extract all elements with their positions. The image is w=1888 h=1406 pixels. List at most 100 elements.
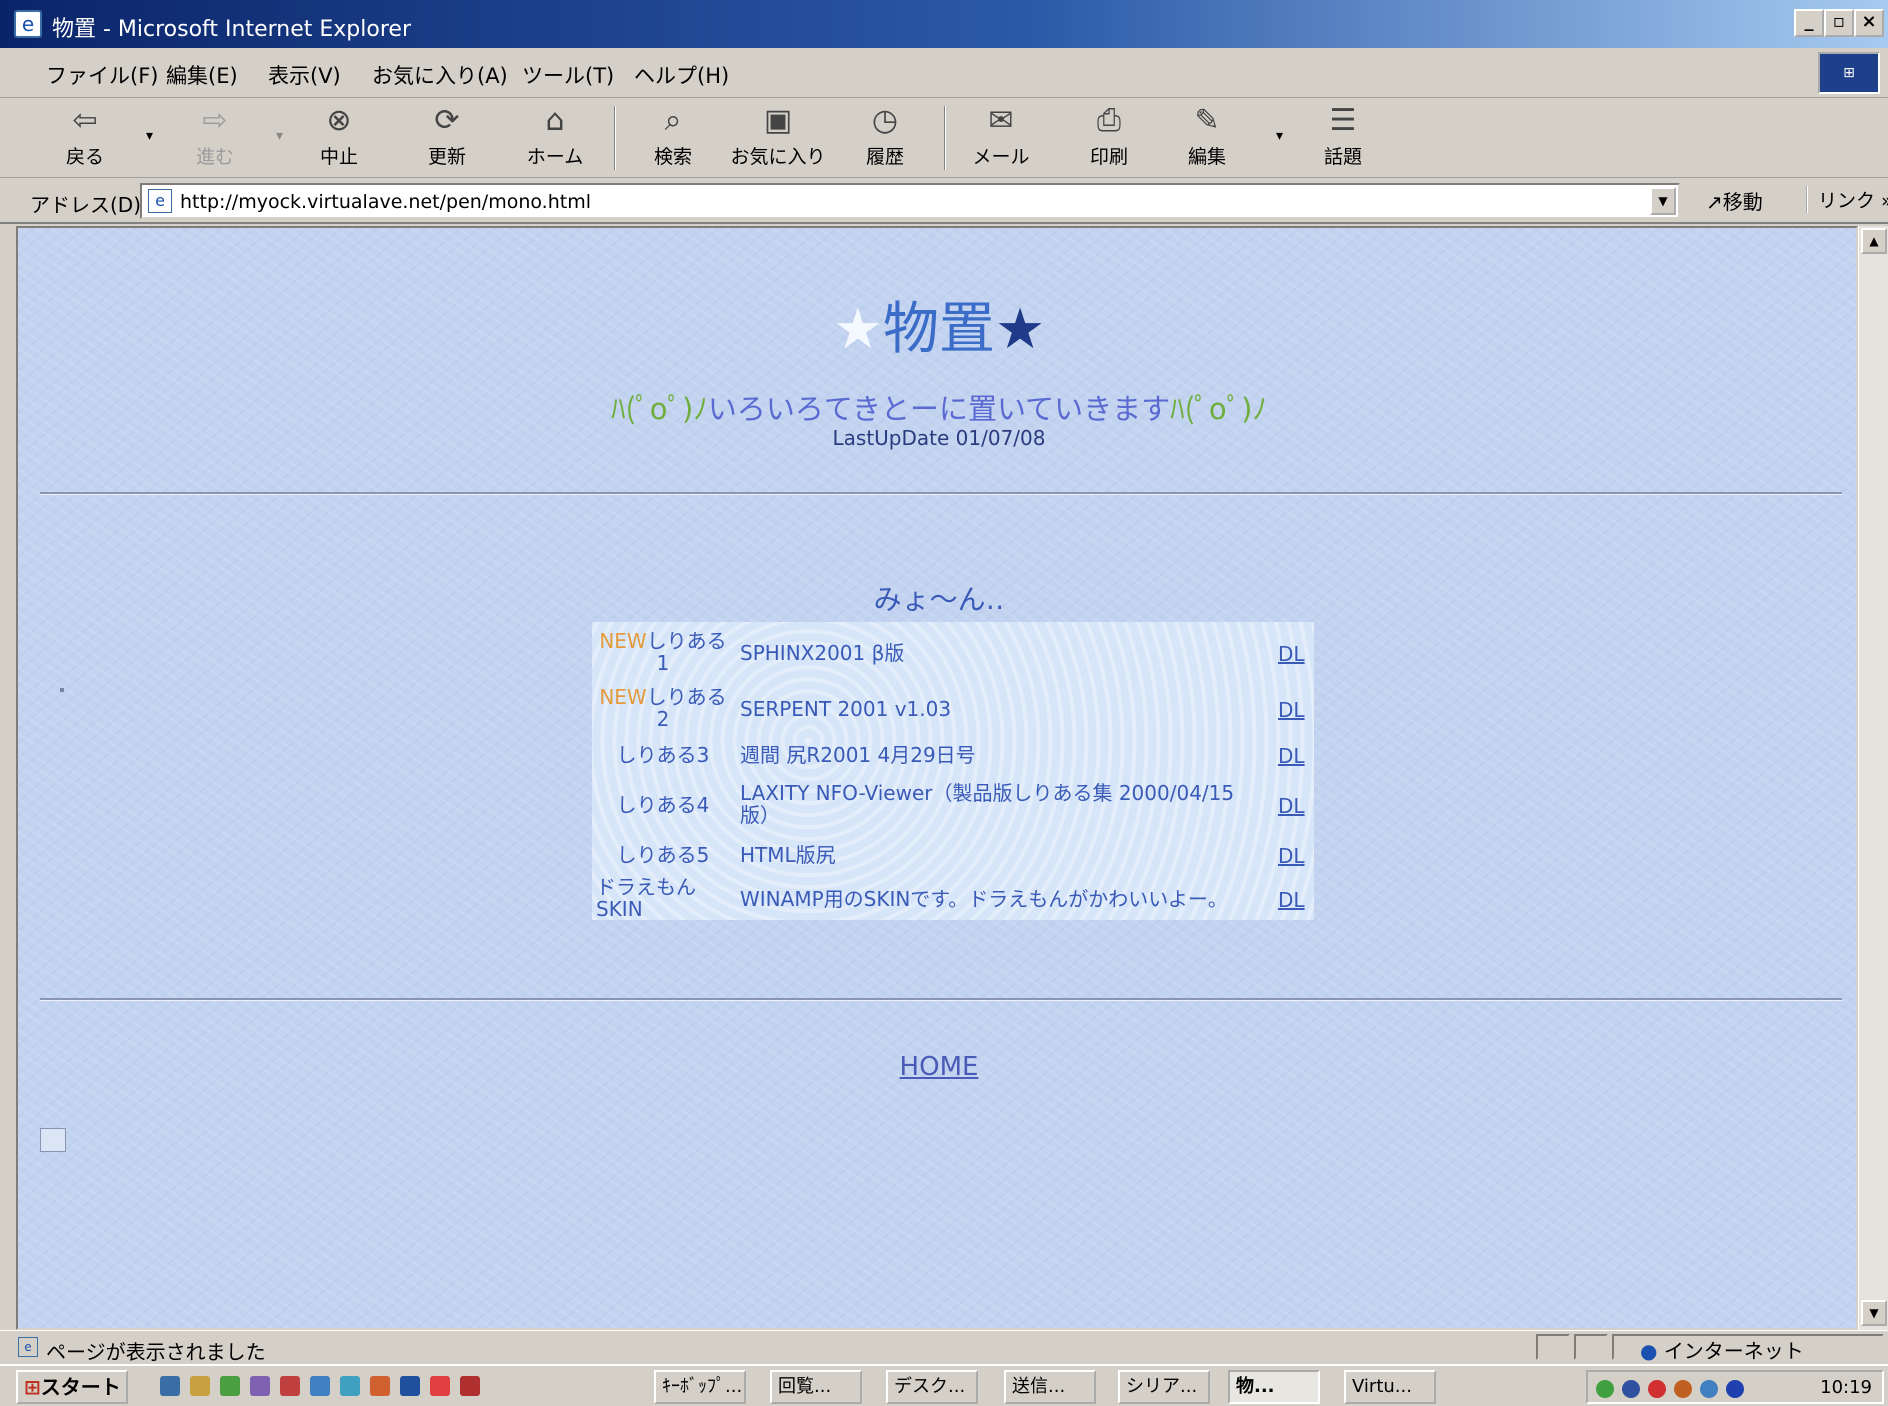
go-arrow-icon: ↗ [1706, 190, 1723, 214]
tray-pen-icon[interactable] [1622, 1380, 1640, 1398]
edit-icon: ✎ [1194, 103, 1220, 138]
broken-image-icon [40, 1128, 66, 1152]
close-button[interactable]: × [1854, 9, 1884, 37]
tray-app-icon[interactable] [1726, 1380, 1744, 1398]
page-content: ★物置★ ﾊ(ﾟoﾟ)ﾉいろいろてきとーに置いていきますﾊ(ﾟoﾟ)ﾉ Last… [16, 226, 1858, 1330]
back-dropdown[interactable]: ▾ [146, 128, 153, 144]
clock: 10:19 [1820, 1377, 1872, 1398]
download-link[interactable]: DL [1278, 844, 1305, 868]
toolbar-separator [944, 106, 946, 170]
scroll-up-icon[interactable]: ▲ [1861, 228, 1887, 254]
taskbar-task[interactable]: デスク... [886, 1370, 978, 1404]
back-button[interactable]: ⇦ 戻る [42, 104, 128, 174]
menu-file[interactable]: ファイル(F) [46, 60, 158, 90]
tagline-text: いろいろてきとーに置いていきます [707, 392, 1171, 426]
quicklaunch-app-icon[interactable] [310, 1376, 330, 1396]
tray-network-icon[interactable] [1596, 1380, 1614, 1398]
status-bar: e ページが表示されました ● インターネット [0, 1330, 1888, 1364]
divider-bottom [40, 998, 1842, 1001]
address-url[interactable]: http://myock.virtualave.net/pen/mono.htm… [180, 191, 591, 213]
discuss-button[interactable]: ☰ 話題 [1300, 104, 1386, 174]
menu-edit[interactable]: 編集(E) [166, 60, 238, 90]
table-row: NEWしりある2 SERPENT 2001 v1.03 DL [592, 684, 1314, 732]
vertical-scrollbar[interactable]: ▲ ▼ [1858, 226, 1888, 1330]
edit-dropdown[interactable]: ▾ [1276, 128, 1283, 144]
menu-favorites[interactable]: お気に入り(A) [372, 60, 508, 90]
favorites-icon: ▣ [763, 103, 793, 138]
toolbar-separator [614, 106, 616, 170]
quicklaunch-app-icon[interactable] [370, 1376, 390, 1396]
title-text: 物置 [883, 297, 995, 362]
item-description: WINAMP用のSKINです。ドラえもんがかわいいよー。 [740, 887, 1228, 911]
page-title: ★物置★ [18, 284, 1856, 365]
item-name: しりある3 [616, 743, 710, 767]
quicklaunch-app-icon[interactable] [250, 1376, 270, 1396]
menu-tools[interactable]: ツール(T) [522, 60, 614, 90]
taskbar-task-active[interactable]: 物... [1228, 1370, 1320, 1404]
address-bar: アドレス(D) e http://myock.virtualave.net/pe… [0, 178, 1888, 224]
edit-button[interactable]: ✎ 編集 [1164, 104, 1250, 174]
globe-icon: ● [1640, 1339, 1658, 1363]
taskbar-task[interactable]: ｷｰﾎﾞｯﾌﾟ... [654, 1370, 746, 1404]
tray-ime-icon[interactable] [1674, 1380, 1692, 1398]
forward-arrow-icon: ⇨ [202, 103, 228, 138]
status-panel [1536, 1334, 1570, 1360]
stop-icon: ⊗ [326, 103, 352, 138]
back-arrow-icon: ⇦ [72, 103, 98, 138]
quicklaunch-app-icon[interactable] [280, 1376, 300, 1396]
go-button[interactable]: ↗移動 [1706, 186, 1763, 215]
quicklaunch-app-icon[interactable] [400, 1376, 420, 1396]
tagline: ﾊ(ﾟoﾟ)ﾉいろいろてきとーに置いていきますﾊ(ﾟoﾟ)ﾉ [18, 386, 1856, 428]
item-description: SPHINX2001 β版 [740, 641, 905, 665]
kaomoji-right: ﾊ(ﾟoﾟ)ﾉ [1170, 392, 1267, 426]
links-button[interactable]: リンク » [1806, 186, 1888, 213]
tray-app-icon[interactable] [1648, 1380, 1666, 1398]
table-row: しりある3 週間 尻R2001 4月29日号 DL [592, 740, 1314, 770]
forward-button[interactable]: ⇨ 進む [172, 104, 258, 174]
mail-icon: ✉ [988, 103, 1014, 138]
maximize-button[interactable]: ▫ [1824, 9, 1854, 37]
print-button[interactable]: ⎙ 印刷 [1066, 104, 1152, 174]
download-link[interactable]: DL [1278, 794, 1305, 818]
stop-button[interactable]: ⊗ 中止 [296, 104, 382, 174]
scroll-down-icon[interactable]: ▼ [1861, 1300, 1887, 1326]
quicklaunch-ie-icon[interactable] [160, 1376, 180, 1396]
download-link[interactable]: DL [1278, 744, 1305, 768]
history-button[interactable]: ◷ 履歴 [842, 104, 928, 174]
taskbar-task[interactable]: シリア... [1118, 1370, 1210, 1404]
download-link[interactable]: DL [1278, 888, 1305, 912]
quicklaunch-app-icon[interactable] [340, 1376, 360, 1396]
minimize-button[interactable]: _ [1794, 9, 1824, 37]
address-dropdown-icon[interactable]: ▼ [1650, 187, 1676, 215]
item-name: ドラえもんSKIN [596, 875, 696, 921]
taskbar-task[interactable]: 送信... [1004, 1370, 1096, 1404]
title-star-right-icon: ★ [995, 297, 1046, 362]
quicklaunch-app-icon[interactable] [460, 1376, 480, 1396]
table-row: NEWしりある1 SPHINX2001 β版 DL [592, 628, 1314, 676]
quicklaunch-app-icon[interactable] [430, 1376, 450, 1396]
item-name: NEWしりある2 [599, 685, 727, 731]
start-button[interactable]: ⊞スタート [16, 1370, 128, 1404]
item-description: HTML版尻 [740, 843, 836, 867]
address-input[interactable]: e http://myock.virtualave.net/pen/mono.h… [140, 183, 1680, 219]
home-link[interactable]: HOME [18, 1052, 1856, 1082]
forward-dropdown[interactable]: ▾ [276, 128, 283, 144]
search-button[interactable]: ⌕ 検索 [630, 104, 716, 174]
search-icon: ⌕ [664, 103, 682, 138]
favorites-button[interactable]: ▣ お気に入り [728, 104, 828, 174]
taskbar-task[interactable]: 回覧... [770, 1370, 862, 1404]
quicklaunch-folder-icon[interactable] [190, 1376, 210, 1396]
menu-view[interactable]: 表示(V) [268, 60, 341, 90]
taskbar-task[interactable]: Virtu... [1344, 1370, 1436, 1404]
menu-help[interactable]: ヘルプ(H) [634, 60, 729, 90]
download-link[interactable]: DL [1278, 642, 1305, 666]
table-row: しりある4 LAXITY NFO-Viewer（製品版しりある集 2000/04… [592, 778, 1314, 832]
tray-app-icon[interactable] [1700, 1380, 1718, 1398]
home-button[interactable]: ⌂ ホーム [512, 104, 598, 174]
download-link[interactable]: DL [1278, 698, 1305, 722]
refresh-button[interactable]: ⟳ 更新 [404, 104, 490, 174]
section-heading: みょ～ん‥ [873, 583, 1005, 616]
toolbar: ⇦ 戻る ▾ ⇨ 進む ▾ ⊗ 中止 ⟳ 更新 ⌂ ホーム ⌕ 検索 ▣ お気に… [0, 98, 1888, 178]
mail-button[interactable]: ✉ メール [958, 104, 1044, 174]
quicklaunch-app-icon[interactable] [220, 1376, 240, 1396]
